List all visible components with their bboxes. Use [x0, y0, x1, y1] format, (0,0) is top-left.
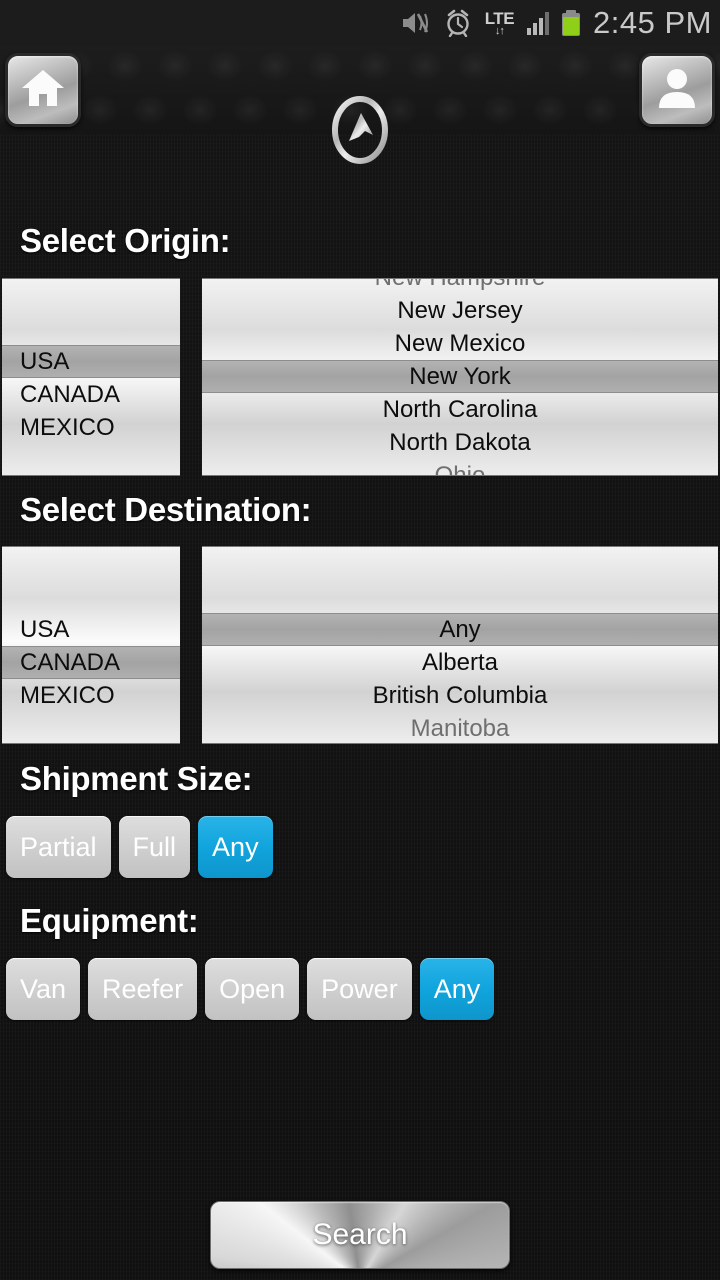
- shipment-size-option-partial[interactable]: Partial: [6, 816, 111, 878]
- list-item[interactable]: [2, 547, 180, 580]
- list-item[interactable]: MEXICO: [2, 679, 180, 712]
- equipment-option-van[interactable]: Van: [6, 958, 81, 1020]
- origin-region-list[interactable]: New Hampshire New Jersey New Mexico New …: [202, 279, 718, 475]
- status-bar-clock: 2:45 PM: [593, 5, 712, 40]
- list-item[interactable]: CANADA: [2, 646, 180, 679]
- destination-region-list[interactable]: Any Alberta British Columbia Manitoba: [202, 547, 718, 743]
- lte-icon: LTE ↓↑: [484, 8, 515, 37]
- app-screen: LTE ↓↑ 2:45 PM Select Origin: USA CANADA…: [0, 0, 720, 1280]
- origin-heading: Select Origin:: [20, 222, 231, 259]
- equipment-heading: Equipment:: [20, 902, 199, 939]
- list-item[interactable]: New Jersey: [202, 294, 718, 327]
- home-icon: [20, 67, 66, 114]
- equipment-option-power[interactable]: Power: [307, 958, 412, 1020]
- origin-country-picker[interactable]: USA CANADA MEXICO: [2, 278, 180, 476]
- list-item[interactable]: North Carolina: [202, 393, 718, 426]
- home-button[interactable]: [5, 53, 81, 127]
- destination-region-picker[interactable]: Any Alberta British Columbia Manitoba: [202, 546, 718, 744]
- destination-heading: Select Destination:: [20, 491, 312, 528]
- list-item[interactable]: Any: [202, 613, 718, 646]
- signal-icon: [527, 11, 550, 35]
- list-item[interactable]: New York: [202, 360, 718, 393]
- list-item[interactable]: [2, 580, 180, 613]
- destination-country-picker[interactable]: USA CANADA MEXICO: [2, 546, 180, 744]
- search-button-label: Search: [312, 1218, 408, 1251]
- destination-country-list[interactable]: USA CANADA MEXICO: [2, 547, 180, 743]
- profile-button[interactable]: [639, 53, 715, 127]
- list-item[interactable]: USA: [2, 345, 180, 378]
- equipment-option-reefer[interactable]: Reefer: [88, 958, 198, 1020]
- search-button[interactable]: Search: [210, 1201, 510, 1269]
- list-item[interactable]: [2, 444, 180, 475]
- profile-icon: [655, 66, 699, 115]
- alarm-icon: [444, 9, 472, 37]
- list-item[interactable]: New Mexico: [202, 327, 718, 360]
- origin-country-list[interactable]: USA CANADA MEXICO: [2, 279, 180, 475]
- shipment-size-heading: Shipment Size:: [20, 760, 253, 797]
- list-item[interactable]: Alberta: [202, 646, 718, 679]
- lte-label: LTE: [484, 8, 515, 28]
- list-item[interactable]: [202, 547, 718, 580]
- equipment-options: Van Reefer Open Power Any: [6, 958, 495, 1020]
- battery-icon: [562, 10, 581, 36]
- shipment-size-option-full[interactable]: Full: [118, 816, 191, 878]
- list-item[interactable]: CANADA: [2, 378, 180, 411]
- list-item[interactable]: [2, 312, 180, 345]
- shipment-size-option-any[interactable]: Any: [198, 816, 273, 878]
- data-arrows: ↓↑: [494, 24, 505, 37]
- list-item[interactable]: North Dakota: [202, 426, 718, 459]
- list-item[interactable]: [2, 279, 180, 312]
- status-bar: LTE ↓↑ 2:45 PM: [0, 0, 720, 46]
- app-header: [0, 46, 720, 164]
- equipment-option-open[interactable]: Open: [205, 958, 300, 1020]
- list-item[interactable]: Manitoba: [202, 712, 718, 743]
- shipment-size-options: Partial Full Any: [6, 816, 273, 878]
- list-item[interactable]: British Columbia: [202, 679, 718, 712]
- app-logo-icon[interactable]: [324, 94, 396, 166]
- list-item[interactable]: [2, 712, 180, 743]
- mute-vibrate-icon: [401, 10, 431, 36]
- list-item[interactable]: MEXICO: [2, 411, 180, 444]
- origin-region-picker[interactable]: New Hampshire New Jersey New Mexico New …: [202, 278, 718, 476]
- list-item[interactable]: Ohio: [202, 459, 718, 475]
- list-item[interactable]: [202, 580, 718, 613]
- equipment-option-any[interactable]: Any: [419, 958, 495, 1020]
- list-item[interactable]: USA: [2, 613, 180, 646]
- list-item[interactable]: New Hampshire: [202, 279, 718, 294]
